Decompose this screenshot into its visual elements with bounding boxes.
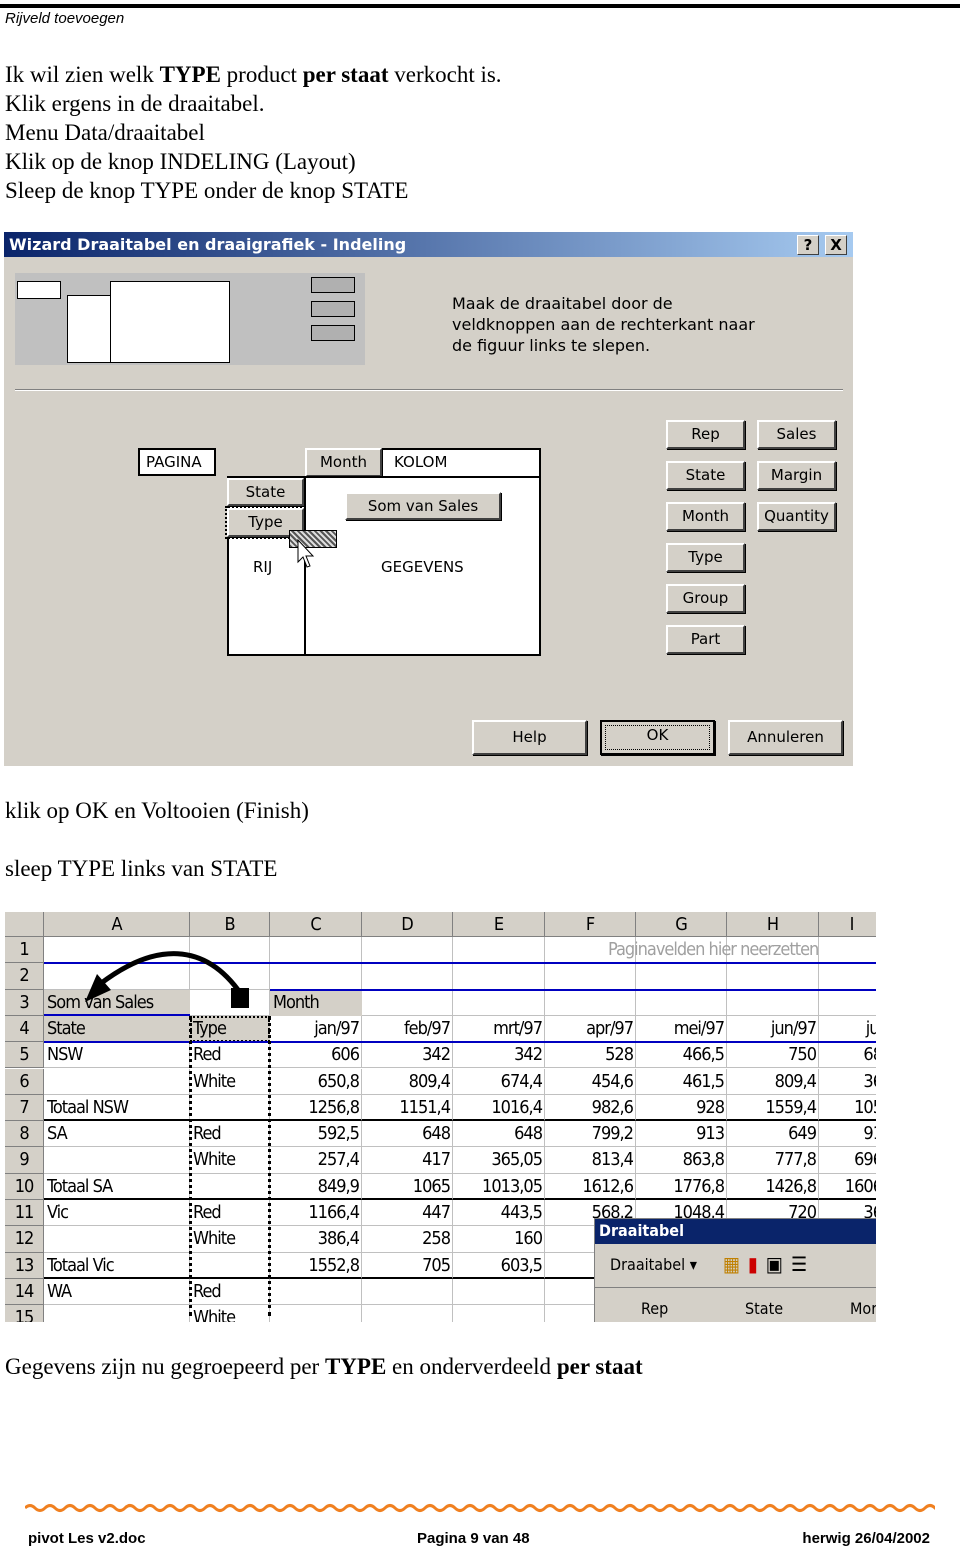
bold-text: per staat [302,62,389,87]
page-label: PAGINA [146,453,202,471]
bold-text: per staat [556,1354,643,1379]
field-button-quantity[interactable]: Quantity [757,502,836,531]
spreadsheet: A B C D E F G H I 1 2 3 4 5 6 7 8 9 10 11 12 13 14 15 Paginaveld… [5,912,876,1322]
description-line: de figuur links te slepen. [452,336,651,355]
field-button-state[interactable]: State [666,461,745,490]
instruction-line: Klik ergens in de draaitabel. [5,89,265,118]
description-line: veldknoppen aan de rechterkant naar [452,315,755,334]
pivot-layout-dialog: Wizard Draaitabel en draaigrafiek - Inde… [4,232,853,766]
instruction-line: Ik wil zien welk TYPE product per staat … [5,60,502,89]
field-button-rep[interactable]: Rep [666,420,745,449]
field-button-sales[interactable]: Sales [757,420,836,449]
text-run: Menu Data/draaitabel [5,120,205,145]
instruction-line: Klik op de knop INDELING (Layout) [5,147,356,176]
toolbar-field-rep[interactable]: Rep [641,1299,668,1318]
instruction-line: Sleep de knop TYPE onder de knop STATE [5,176,408,205]
toolbar-title-bar: Draaitabel [595,1219,876,1244]
column-area[interactable]: KOLOM [380,448,541,478]
placed-sum-of-sales-field[interactable]: Som van Sales [345,492,501,520]
field-button-group[interactable]: Group [666,584,745,613]
text-run: product [220,62,303,87]
text-run: Ik wil zien welk [5,62,160,87]
pivot-menu-button[interactable]: Draaitabel ▾ [610,1255,697,1274]
mouse-cursor-icon [297,538,315,568]
footer-revision: herwig 26/04/2002 [802,1530,930,1547]
text-run: Gegevens zijn nu gegroepeerd per [5,1354,325,1379]
text-run: en onderverdeeld [386,1354,557,1379]
wizard-icon[interactable]: ▣ [766,1252,791,1276]
instruction-line: Menu Data/draaitabel [5,118,205,147]
field-button-month[interactable]: Month [666,502,745,531]
text-before-sheet: sleep TYPE links van STATE [5,856,278,881]
toolbar-field-month[interactable]: Mor [850,1299,876,1318]
divider [15,389,843,391]
text-run: Klik op de knop INDELING (Layout) [5,149,356,174]
field-button-margin[interactable]: Margin [757,461,836,490]
top-rule [0,4,960,8]
format-report-icon[interactable]: ▦ [723,1252,748,1276]
data-label: GEGEVENS [381,558,464,576]
field-settings-icon[interactable]: ☰ [791,1252,815,1276]
description-line: Maak de draaitabel door de [452,294,673,313]
ok-button[interactable]: OK [600,720,715,755]
text-after-dialog: klik op OK en Voltooien (Finish) [5,798,309,823]
conclusion: Gegevens zijn nu gegroepeerd per TYPE en… [5,1352,643,1381]
text-run: Sleep de knop TYPE onder de knop STATE [5,178,409,203]
page-area[interactable]: PAGINA [138,448,216,476]
dialog-description: Maak de draaitabel door de veldknoppen a… [452,293,755,356]
layout-illustration [15,273,365,365]
placed-month-field[interactable]: Month [305,448,382,477]
field-button-type[interactable]: Type [666,543,745,572]
dialog-title: Wizard Draaitabel en draaigrafiek - Inde… [9,235,407,254]
toolbar-field-state[interactable]: State [745,1299,783,1318]
text-run: Klik ergens in de draaitabel. [5,91,265,116]
footer-wave [25,1504,935,1512]
menu-label: Draaitabel [610,1255,686,1274]
close-icon[interactable]: X [825,235,847,255]
help-icon[interactable]: ? [797,235,819,255]
chart-icon[interactable]: ▮ [748,1252,766,1276]
row-label: RIJ [253,558,273,576]
bold-text: TYPE [324,1354,387,1379]
text-run: verkocht is. [388,62,502,87]
dialog-title-bar: Wizard Draaitabel en draaigrafiek - Inde… [4,232,853,257]
page-header: Rijveld toevoegen [5,10,125,27]
bold-text: TYPE [159,62,221,87]
dropdown-arrow-icon: ▾ [689,1255,697,1274]
footer-page-number: Pagina 9 van 48 [417,1530,530,1547]
column-label: KOLOM [394,453,448,471]
pivot-toolbar: Draaitabel Draaitabel ▾ ▦▮▣☰ Rep State Mor [594,1218,876,1322]
footer-filename: pivot Les v2.doc [28,1530,146,1547]
help-button[interactable]: Help [472,720,587,755]
cancel-button[interactable]: Annuleren [728,720,843,755]
placed-state-field[interactable]: State [227,478,304,506]
field-button-part[interactable]: Part [666,625,745,654]
